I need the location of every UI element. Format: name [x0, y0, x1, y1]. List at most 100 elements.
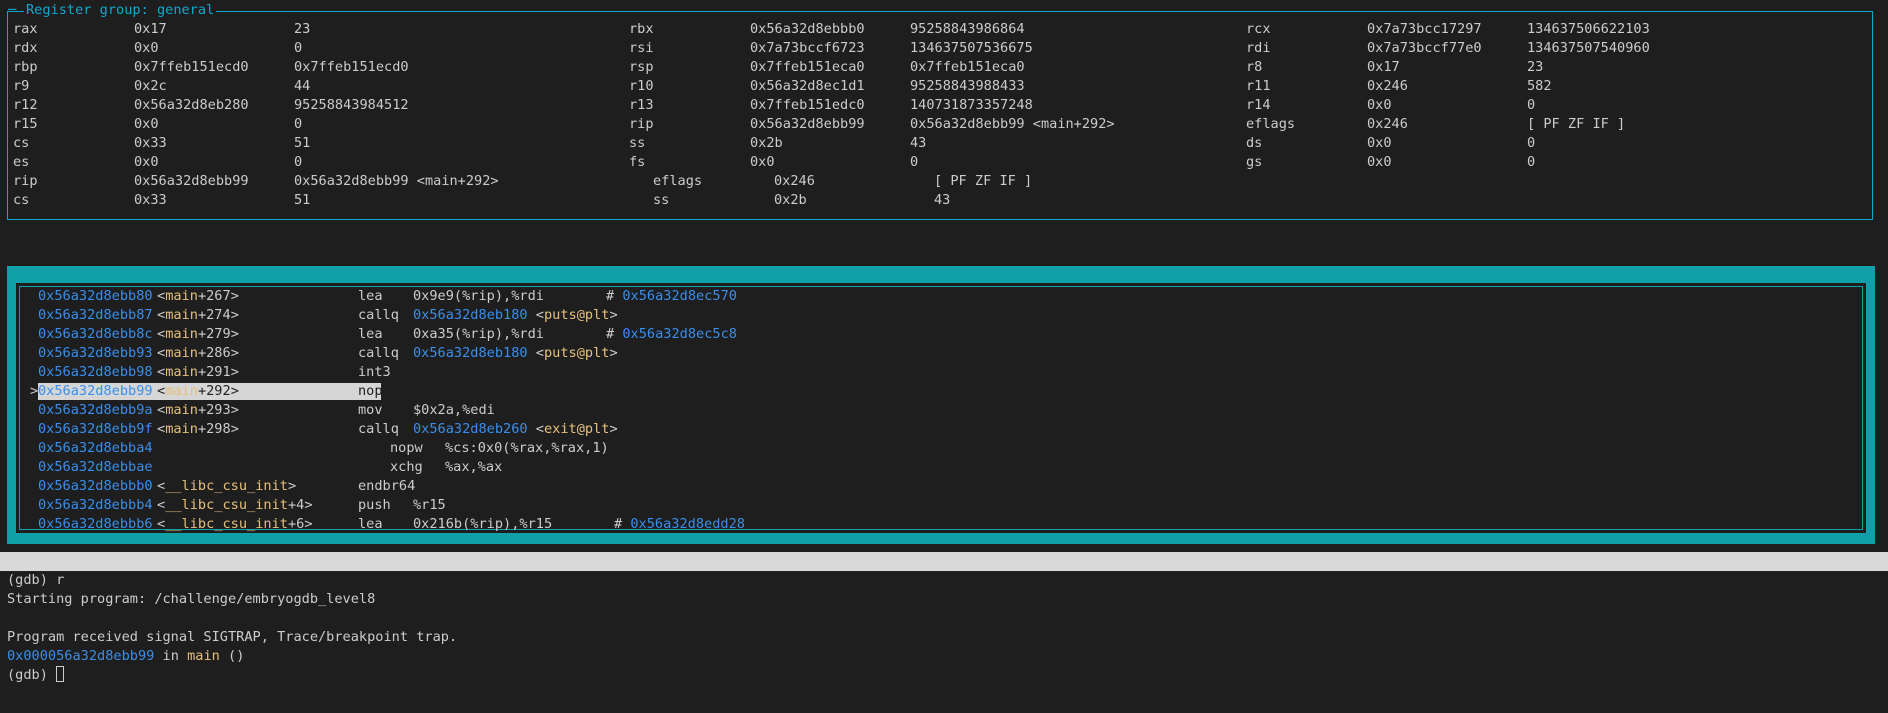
- symbol-close-bracket: >: [230, 326, 239, 342]
- register-name: rbx: [629, 21, 654, 37]
- register-name: rip: [629, 116, 654, 132]
- asm-line[interactable]: 0x56a32d8ebb9f <main+298> callq 0x56a32d8eb…: [0, 420, 1888, 439]
- asm-line[interactable]: 0x56a32d8ebba4 nopw %cs:0x0(%rax,%rax,1): [0, 439, 1888, 458]
- console-prompt-line[interactable]: (gdb): [7, 666, 65, 685]
- call-target-symbol: exit@plt: [543, 421, 610, 437]
- register-name: r8: [1246, 59, 1263, 75]
- symbol-close-bracket: >: [287, 478, 297, 494]
- asm-mnemonic: xchg: [390, 459, 423, 475]
- asm-address: 0x56a32d8ebb98: [38, 364, 153, 380]
- register-natural-value: 0x7ffeb151ecd0: [294, 59, 409, 75]
- call-target-close-bracket: >: [609, 421, 618, 437]
- console-line: Program received signal SIGTRAP, Trace/b…: [7, 629, 458, 645]
- comment-hash: #: [606, 326, 623, 342]
- register-name: es: [13, 154, 30, 170]
- register-hex-value: 0x7ffeb151ecd0: [134, 59, 249, 75]
- asm-line[interactable]: 0x56a32d8ebb8c <main+279> lea 0xa35(%rip),%…: [0, 325, 1888, 344]
- asm-operands: %r15: [413, 497, 446, 513]
- console-line: Starting program: /challenge/embryogdb_l…: [7, 591, 376, 607]
- asm-mnemonic: nop: [358, 383, 383, 399]
- call-target-open-bracket: <: [527, 421, 544, 437]
- symbol-name: __libc_csu_init: [165, 497, 288, 513]
- stop-tail-text: (): [219, 648, 245, 664]
- register-natural-value: [ PF ZF IF ]: [1527, 116, 1626, 132]
- asm-mnemonic: lea: [358, 326, 383, 342]
- call-target-address: 0x56a32d8eb180: [413, 307, 528, 323]
- symbol-name: __libc_csu_init: [165, 516, 288, 532]
- symbol-offset: +279: [197, 326, 231, 342]
- asm-line[interactable]: 0x56a32d8ebbb0 <__libc_csu_init> endbr64: [0, 477, 1888, 496]
- asm-address: 0x56a32d8ebb93: [38, 345, 153, 361]
- register-natural-value: 0: [294, 40, 303, 56]
- asm-mnemonic: callq: [358, 345, 399, 361]
- register-hex-value: 0x7a73bccf77e0: [1367, 40, 1482, 56]
- symbol-close-bracket: >: [230, 307, 239, 323]
- asm-line[interactable]: 0x56a32d8ebbb6 <__libc_csu_init+6> lea 0x21…: [0, 515, 1888, 534]
- current-instruction-marker: >: [30, 383, 39, 399]
- register-name: r12: [13, 97, 38, 113]
- asm-mnemonic: callq: [358, 421, 399, 437]
- asm-address: 0x56a32d8ebb99: [38, 383, 153, 399]
- register-natural-value: [ PF ZF IF ]: [934, 173, 1033, 189]
- asm-comment: # 0x56a32d8ec5c8: [606, 325, 737, 344]
- symbol-close-bracket: >: [304, 516, 313, 532]
- register-hex-value: 0x33: [134, 135, 167, 151]
- register-natural-value: 0x56a32d8ebb99 <main+292>: [910, 116, 1115, 132]
- register-natural-value: 23: [1527, 59, 1544, 75]
- comment-address: 0x56a32d8ec570: [622, 288, 737, 304]
- asm-line[interactable]: 0x56a32d8ebbb4 <__libc_csu_init+4> push %r1…: [0, 496, 1888, 515]
- asm-line[interactable]: 0x56a32d8ebb87 <main+274> callq 0x56a32d8eb…: [0, 306, 1888, 325]
- register-hex-value: 0x0: [134, 154, 159, 170]
- status-bar: native process 156 In: main L?? PC: 0x56…: [0, 552, 1888, 626]
- register-hex-value: 0x0: [134, 40, 159, 56]
- register-hex-value: 0x7ffeb151eca0: [750, 59, 865, 75]
- symbol-offset: +6: [287, 516, 305, 532]
- symbol-close-bracket: >: [230, 288, 239, 304]
- symbol-offset: +274: [197, 307, 231, 323]
- asm-mnemonic: callq: [358, 307, 399, 323]
- register-name: rsi: [629, 40, 654, 56]
- asm-line[interactable]: >0x56a32d8ebb99 <main+292> nop: [0, 382, 1888, 401]
- symbol-close-bracket: >: [230, 402, 239, 418]
- comment-hash: #: [614, 516, 631, 532]
- asm-operands: 0x9e9(%rip),%rdi: [413, 288, 544, 304]
- asm-line[interactable]: 0x56a32d8ebbae xchg %ax,%ax: [0, 458, 1888, 477]
- symbol-open-bracket: <: [157, 421, 166, 437]
- symbol-name: main: [165, 421, 198, 437]
- asm-line[interactable]: 0x56a32d8ebb80 <main+267> lea 0x9e9(%rip),%…: [0, 287, 1888, 306]
- register-natural-value: 95258843984512: [294, 97, 409, 113]
- asm-operands: 0x216b(%rip),%r15: [413, 516, 553, 532]
- register-hex-value: 0x7a73bcc17297: [1367, 21, 1482, 37]
- asm-symbol: <__libc_csu_init+6>: [157, 515, 313, 534]
- asm-symbol: <main+267>: [157, 287, 239, 306]
- symbol-name: main: [165, 383, 198, 399]
- text-cursor: [56, 666, 65, 682]
- symbol-offset: +292: [197, 383, 231, 399]
- asm-mnemonic: push: [358, 497, 391, 513]
- register-hex-value: 0x246: [1367, 78, 1408, 94]
- register-name: rbp: [13, 59, 38, 75]
- register-hex-value: 0x2c: [134, 78, 167, 94]
- symbol-open-bracket: <: [157, 383, 166, 399]
- register-hex-value: 0x0: [1367, 135, 1392, 151]
- register-name: ds: [1246, 135, 1263, 151]
- register-hex-value: 0x0: [134, 116, 159, 132]
- register-name: rdi: [1246, 40, 1271, 56]
- status-pc-indicator: PC: 0x56a32d8ebb99: [1726, 610, 1874, 626]
- register-hex-value: 0x7a73bccf6723: [750, 40, 865, 56]
- register-hex-value: 0x56a32d8ebb99: [750, 116, 865, 132]
- asm-symbol: <__libc_csu_init>: [157, 477, 296, 496]
- register-name: r14: [1246, 97, 1271, 113]
- asm-operands: $0x2a,%edi: [413, 402, 495, 418]
- call-target-address: 0x56a32d8eb260: [413, 421, 528, 437]
- register-hex-value: 0x17: [134, 21, 167, 37]
- asm-line[interactable]: 0x56a32d8ebb9a <main+293> mov $0x2a,%edi: [0, 401, 1888, 420]
- asm-address: 0x56a32d8ebb9f: [38, 421, 153, 437]
- asm-operands: %cs:0x0(%rax,%rax,1): [445, 440, 609, 456]
- asm-symbol: <main+279>: [157, 325, 239, 344]
- asm-line[interactable]: 0x56a32d8ebb93 <main+286> callq 0x56a32d8eb…: [0, 344, 1888, 363]
- asm-line[interactable]: 0x56a32d8ebb98 <main+291> int3: [0, 363, 1888, 382]
- asm-address: 0x56a32d8ebbb6: [38, 516, 153, 532]
- register-name: rdx: [13, 40, 38, 56]
- register-name: rsp: [629, 59, 654, 75]
